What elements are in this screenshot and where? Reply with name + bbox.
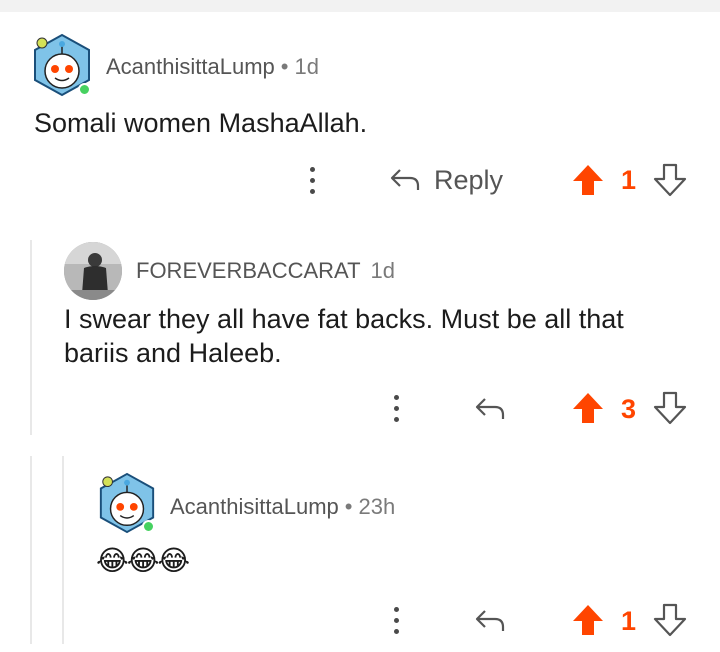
online-status-dot — [142, 520, 155, 533]
comment-username[interactable]: FOREVERBACCARAT — [136, 258, 361, 284]
comment-3: AcanthisittaLump • 23h 😂😂😂 1 — [0, 456, 720, 652]
online-status-dot — [78, 83, 91, 96]
downvote-button[interactable] — [652, 390, 688, 426]
upvote-arrow-icon — [573, 165, 603, 195]
downvote-arrow-icon — [653, 163, 687, 197]
comment-username[interactable]: AcanthisittaLump — [170, 494, 339, 520]
upvote-arrow-icon — [573, 393, 603, 423]
comment-timestamp[interactable]: 1d — [371, 258, 395, 284]
comment-body: I swear they all have fat backs. Must be… — [64, 304, 624, 368]
downvote-arrow-icon — [653, 603, 687, 637]
downvote-button[interactable] — [652, 602, 688, 638]
more-options-icon[interactable] — [384, 388, 408, 428]
comment-1: AcanthisittaLump • 1d Somali women Masha… — [0, 0, 720, 220]
upvote-button[interactable] — [570, 162, 606, 198]
reply-button[interactable] — [473, 392, 507, 426]
more-options-icon[interactable] — [384, 600, 408, 640]
comment-timestamp[interactable]: 1d — [294, 54, 318, 80]
photo-avatar-icon[interactable] — [64, 242, 122, 300]
comment-body: Somali women MashaAllah. — [34, 108, 368, 138]
upvote-button[interactable] — [570, 390, 606, 426]
snoo-avatar-icon[interactable] — [30, 33, 94, 97]
vote-score: 1 — [621, 606, 637, 636]
vote-score: 1 — [621, 165, 637, 195]
comment-username[interactable]: AcanthisittaLump — [106, 54, 275, 80]
reply-button[interactable] — [473, 604, 507, 638]
more-options-icon[interactable] — [300, 160, 324, 200]
upvote-arrow-icon — [573, 605, 603, 635]
comment-2: FOREVERBACCARAT 1d I swear they all have… — [0, 230, 720, 440]
reply-arrow-icon — [475, 610, 505, 631]
meta-separator: • — [280, 54, 289, 79]
reply-label: Reply — [434, 164, 504, 195]
downvote-button[interactable] — [652, 162, 688, 198]
meta-separator: • — [344, 494, 353, 519]
vote-score: 3 — [621, 394, 637, 424]
comment-body-emoji: 😂😂😂 — [96, 545, 190, 576]
reply-arrow-icon — [390, 169, 420, 190]
comment-timestamp[interactable]: 23h — [358, 494, 395, 520]
reply-arrow-icon — [475, 398, 505, 419]
downvote-arrow-icon — [653, 391, 687, 425]
reply-button[interactable]: Reply — [388, 160, 503, 200]
upvote-button[interactable] — [570, 602, 606, 638]
snoo-avatar-icon[interactable] — [96, 472, 158, 534]
